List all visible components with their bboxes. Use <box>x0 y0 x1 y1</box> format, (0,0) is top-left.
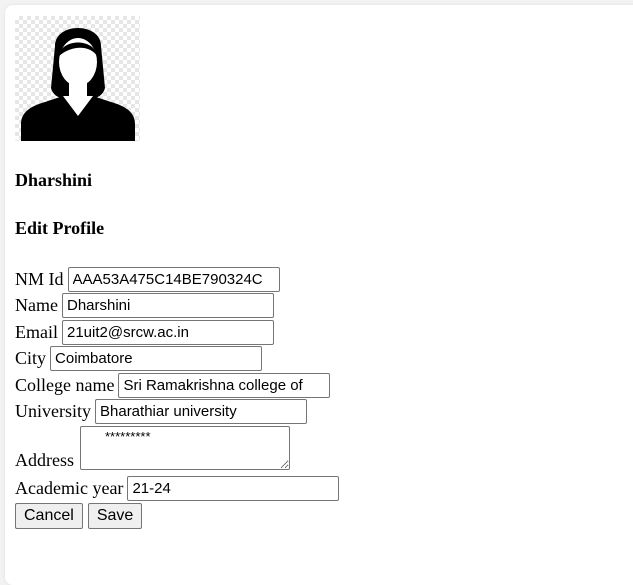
college-label: College name <box>15 375 115 395</box>
email-input[interactable] <box>62 320 274 345</box>
academic-year-label: Academic year <box>15 478 124 498</box>
college-input[interactable] <box>118 373 331 398</box>
profile-card: Dharshini Edit Profile NM Id Name Email … <box>5 5 633 585</box>
email-row: Email <box>15 320 274 345</box>
academic-year-row: Academic year <box>15 476 340 501</box>
name-row: Name <box>15 293 274 318</box>
university-row: University <box>15 399 307 424</box>
name-input[interactable] <box>61 293 274 318</box>
edit-profile-heading: Edit Profile <box>15 218 105 238</box>
nm-id-label: NM Id <box>15 269 64 289</box>
nm-id-row: NM Id <box>15 267 280 292</box>
save-button[interactable]: Save <box>87 503 143 529</box>
profile-name: Dharshini <box>15 170 93 190</box>
address-row: Address ********* <box>15 426 290 470</box>
avatar <box>15 16 140 141</box>
city-input[interactable] <box>50 346 263 371</box>
cancel-button[interactable]: Cancel <box>15 503 83 529</box>
university-input[interactable] <box>95 399 307 424</box>
university-label: University <box>15 401 91 421</box>
college-row: College name <box>15 373 331 398</box>
email-label: Email <box>15 322 58 342</box>
female-user-avatar-icon <box>21 28 135 141</box>
city-label: City <box>15 348 47 368</box>
nm-id-input[interactable] <box>67 267 280 292</box>
academic-year-input[interactable] <box>127 476 340 501</box>
city-row: City <box>15 346 263 371</box>
name-label: Name <box>15 295 58 315</box>
address-textarea[interactable]: ********* <box>80 426 290 470</box>
address-label: Address <box>15 450 74 470</box>
form-buttons: Cancel Save <box>15 503 143 529</box>
